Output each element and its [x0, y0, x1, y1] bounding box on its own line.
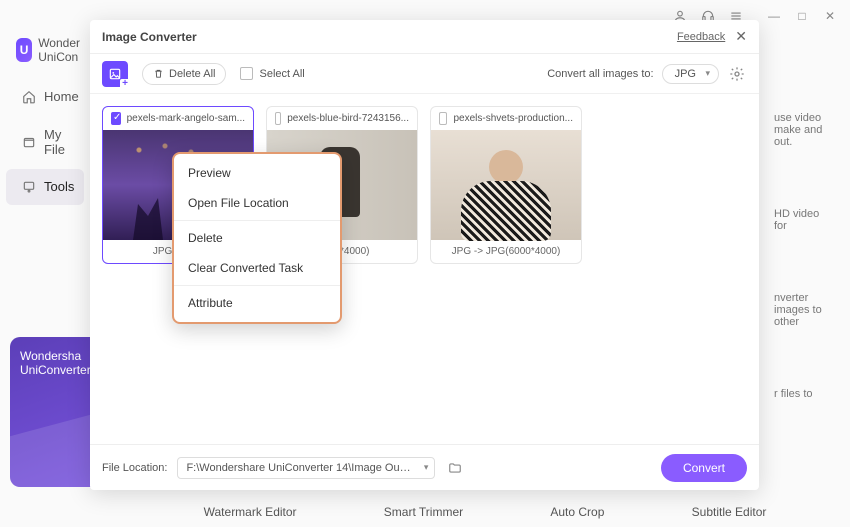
brand: U Wonder UniCon	[0, 32, 90, 77]
home-icon	[22, 89, 36, 105]
main-window: — □ ✕ U Wonder UniCon Home My File	[0, 0, 850, 527]
format-value: JPG	[675, 68, 696, 80]
files-icon	[22, 134, 36, 150]
image-icon	[108, 67, 122, 81]
ctx-separator	[174, 285, 340, 286]
ctx-delete[interactable]: Delete	[174, 223, 340, 253]
convert-to-group: Convert all images to: JPG	[547, 64, 747, 84]
background-hints: use video make and out. HD video for nve…	[774, 112, 834, 460]
select-all-toggle[interactable]: Select All	[240, 67, 304, 80]
modal-footer: File Location: F:\Wondershare UniConvert…	[90, 444, 759, 490]
hint-text: use video make and out.	[774, 112, 834, 148]
tools-icon	[22, 179, 36, 195]
settings-icon[interactable]	[727, 64, 747, 84]
thumb-header: pexels-mark-angelo-sam...	[103, 107, 253, 130]
nav-label: Tools	[44, 179, 74, 194]
thumb-filename: pexels-shvets-production...	[453, 113, 573, 124]
tool-watermark[interactable]: Watermark Editor	[204, 505, 297, 519]
ctx-attribute[interactable]: Attribute	[174, 288, 340, 318]
open-folder-icon[interactable]	[445, 459, 465, 477]
context-menu: Preview Open File Location Delete Clear …	[172, 152, 342, 324]
window-controls: — □ ✕	[766, 8, 838, 24]
file-location-value: F:\Wondershare UniConverter 14\Image Out…	[186, 462, 418, 474]
maximize-icon[interactable]: □	[794, 8, 810, 24]
convert-to-label: Convert all images to:	[547, 68, 653, 80]
hint-text: nverter images to other	[774, 292, 834, 328]
add-image-button[interactable]	[102, 61, 128, 87]
thumb-footer: JPG -> JPG(6000*4000)	[431, 240, 581, 263]
feedback-link[interactable]: Feedback	[677, 31, 725, 43]
brand-icon: U	[16, 38, 32, 62]
thumb-header: pexels-blue-bird-7243156...	[267, 107, 417, 130]
thumb-checkbox; unchecked[interactable]	[275, 112, 281, 125]
minimize-icon[interactable]: —	[766, 8, 782, 24]
trash-icon	[153, 68, 164, 79]
thumb-header: pexels-shvets-production...	[431, 107, 581, 130]
nav-label: Home	[44, 89, 79, 104]
nav-item-files[interactable]: My File	[6, 117, 84, 167]
thumbnail-card[interactable]: pexels-shvets-production... JPG -> JPG(6…	[430, 106, 582, 264]
brand-line2: UniCon	[38, 50, 80, 64]
modal-title: Image Converter	[102, 30, 197, 44]
thumb-checkbox[interactable]	[111, 112, 121, 125]
thumb-checkbox[interactable]	[439, 112, 447, 125]
hint-text: HD video for	[774, 208, 834, 232]
select-all-checkbox[interactable]	[240, 67, 253, 80]
ctx-open-location[interactable]: Open File Location	[174, 188, 340, 218]
thumb-filename: pexels-mark-angelo-sam...	[127, 113, 245, 124]
delete-all-button[interactable]: Delete All	[142, 63, 226, 85]
ctx-preview[interactable]: Preview	[174, 158, 340, 188]
nav-item-home[interactable]: Home	[6, 79, 84, 115]
bottom-tools: Watermark Editor Smart Trimmer Auto Crop…	[160, 505, 810, 519]
modal-header: Image Converter Feedback ✕	[90, 20, 759, 54]
tool-autocrop[interactable]: Auto Crop	[550, 505, 604, 519]
thumb-filename: pexels-blue-bird-7243156...	[287, 113, 409, 124]
convert-button[interactable]: Convert	[661, 454, 747, 482]
nav-item-tools[interactable]: Tools	[6, 169, 84, 205]
tool-trimmer[interactable]: Smart Trimmer	[384, 505, 463, 519]
thumb-image[interactable]	[431, 130, 581, 240]
ctx-clear-converted[interactable]: Clear Converted Task	[174, 253, 340, 283]
brand-text: Wonder UniCon	[38, 36, 80, 65]
close-icon[interactable]: ✕	[822, 8, 838, 24]
select-all-label: Select All	[259, 68, 304, 80]
modal-toolbar: Delete All Select All Convert all images…	[90, 54, 759, 94]
file-location-select[interactable]: F:\Wondershare UniConverter 14\Image Out…	[177, 457, 435, 479]
tool-subtitle[interactable]: Subtitle Editor	[692, 505, 767, 519]
file-location-label: File Location:	[102, 462, 167, 474]
ctx-separator	[174, 220, 340, 221]
brand-line1: Wonder	[38, 36, 80, 50]
delete-all-label: Delete All	[169, 68, 215, 80]
hint-text: r files to	[774, 388, 834, 400]
modal-close-icon[interactable]: ✕	[735, 28, 747, 45]
nav-label: My File	[44, 127, 68, 157]
nav: Home My File Tools	[0, 79, 90, 205]
format-select[interactable]: JPG	[662, 64, 719, 84]
